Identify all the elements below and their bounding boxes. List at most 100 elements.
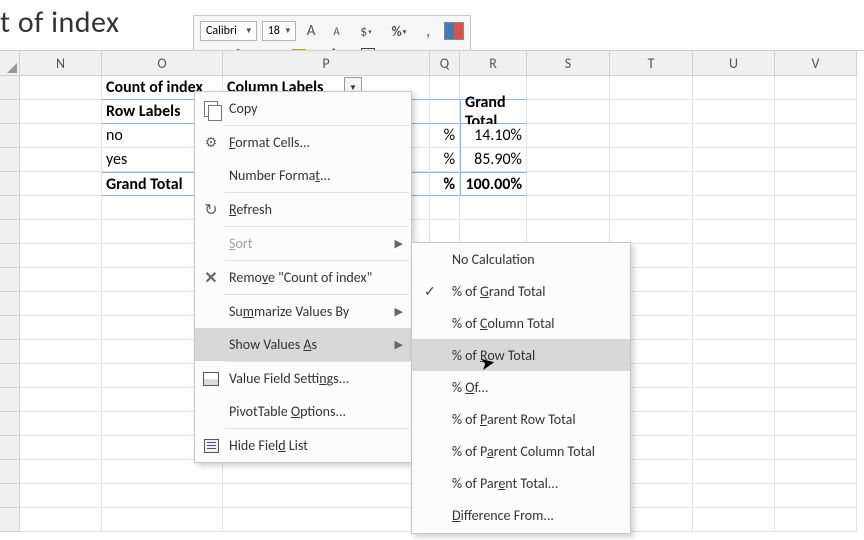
accounting-format-button[interactable]: $▾: [352, 21, 380, 41]
window-title-fragment: t of index: [0, 4, 119, 41]
row-header[interactable]: [0, 100, 20, 124]
pivot-grand-total-cell[interactable]: 14.10%: [460, 124, 527, 148]
conditional-format-button[interactable]: [443, 21, 464, 41]
font-size-value: 18: [268, 24, 280, 38]
submenu-pct-column-total[interactable]: % of Column Total: [412, 307, 630, 339]
row-header[interactable]: [0, 76, 20, 100]
submenu-difference-from[interactable]: Difference From...: [412, 499, 630, 531]
menu-label: Summarize Values By: [229, 303, 349, 320]
menu-number-format[interactable]: Number Format...: [195, 159, 411, 192]
cell[interactable]: [693, 76, 775, 100]
menu-summarize-values-by[interactable]: Summarize Values By ▶: [195, 295, 411, 328]
font-name-value: Calibri: [206, 24, 237, 38]
col-header-u[interactable]: U: [693, 51, 775, 76]
cell[interactable]: [610, 100, 693, 124]
cell[interactable]: [610, 124, 693, 148]
grand-total-col-header[interactable]: Grand Total: [460, 100, 527, 124]
percent-format-button[interactable]: %▾: [385, 21, 413, 41]
cell[interactable]: [775, 148, 857, 172]
row-header[interactable]: [0, 172, 20, 196]
submenu-pct-grand-total[interactable]: ✓ % of Grand Total: [412, 275, 630, 307]
cell[interactable]: [430, 76, 460, 100]
cell[interactable]: [775, 172, 857, 196]
cell[interactable]: [610, 148, 693, 172]
font-name-combo[interactable]: Calibri ▼: [200, 21, 257, 41]
cell[interactable]: [527, 148, 610, 172]
col-header-v[interactable]: V: [775, 51, 857, 76]
row-header[interactable]: [0, 148, 20, 172]
field-list-icon: [201, 439, 221, 453]
cell[interactable]: [527, 76, 610, 100]
col-header-q[interactable]: Q: [430, 51, 460, 76]
cell[interactable]: [693, 148, 775, 172]
col-header-o[interactable]: O: [102, 51, 223, 76]
menu-label: Copy: [229, 100, 257, 117]
decrease-font-button[interactable]: A: [326, 21, 347, 41]
cell[interactable]: [20, 100, 102, 124]
menu-label: Hide Field List: [229, 437, 308, 454]
cell[interactable]: [610, 172, 693, 196]
submenu-pct-parent-row[interactable]: % of Parent Row Total: [412, 403, 630, 435]
menu-format-cells[interactable]: ⚙ Format Cells...: [195, 126, 411, 159]
submenu-pct-of[interactable]: % Of...: [412, 371, 630, 403]
cell[interactable]: [20, 172, 102, 196]
cell[interactable]: [775, 124, 857, 148]
cell[interactable]: [693, 172, 775, 196]
menu-label: Format Cells...: [229, 134, 310, 151]
row-header[interactable]: [0, 124, 20, 148]
cell[interactable]: [775, 100, 857, 124]
show-values-as-submenu: No Calculation ✓ % of Grand Total % of C…: [411, 242, 631, 534]
submenu-no-calculation[interactable]: No Calculation: [412, 243, 630, 275]
col-header-p[interactable]: P: [223, 51, 430, 76]
conditional-format-icon: [444, 22, 464, 40]
submenu-label: % of Parent Total...: [452, 475, 558, 492]
cell[interactable]: [430, 100, 460, 124]
submenu-label: % of Parent Row Total: [452, 411, 576, 428]
cell[interactable]: [527, 172, 610, 196]
menu-sort[interactable]: Sort ▶: [195, 227, 411, 260]
pivot-value-cell[interactable]: %: [430, 124, 460, 148]
pivot-value-cell[interactable]: %: [430, 148, 460, 172]
menu-show-values-as[interactable]: Show Values As ▶: [195, 328, 411, 361]
col-header-s[interactable]: S: [527, 51, 610, 76]
col-header-t[interactable]: T: [610, 51, 693, 76]
cell[interactable]: [775, 76, 857, 100]
submenu-label: Difference From...: [452, 507, 554, 524]
font-size-combo[interactable]: 18 ▼: [262, 21, 296, 41]
submenu-pct-parent-total[interactable]: % of Parent Total...: [412, 467, 630, 499]
remove-icon: ✕: [201, 268, 221, 288]
submenu-pct-row-total[interactable]: % of Row Total: [412, 339, 630, 371]
menu-label: Number Format...: [229, 167, 331, 184]
menu-label: Show Values As: [229, 336, 317, 353]
pivot-grand-total-cell[interactable]: 85.90%: [460, 148, 527, 172]
menu-label: PivotTable Options...: [229, 403, 346, 420]
select-all-corner[interactable]: [0, 51, 20, 76]
cell[interactable]: [610, 76, 693, 100]
submenu-label: % Of...: [452, 379, 488, 396]
chevron-down-icon: ▼: [245, 26, 253, 36]
menu-value-field-settings[interactable]: Value Field Settings...: [195, 362, 411, 395]
pivot-grand-total-cell[interactable]: 100.00%: [460, 172, 527, 196]
cell[interactable]: [693, 124, 775, 148]
comma-format-button[interactable]: ,: [418, 21, 439, 41]
cell[interactable]: [527, 124, 610, 148]
menu-hide-field-list[interactable]: Hide Field List: [195, 429, 411, 462]
cell[interactable]: [20, 148, 102, 172]
cell[interactable]: [20, 76, 102, 100]
menu-label: Value Field Settings...: [229, 370, 349, 387]
menu-remove-field[interactable]: ✕ Remove "Count of index": [195, 261, 411, 294]
cell[interactable]: [20, 124, 102, 148]
menu-refresh[interactable]: ↻ Refresh: [195, 193, 411, 226]
submenu-pct-parent-col[interactable]: % of Parent Column Total: [412, 435, 630, 467]
cell[interactable]: [527, 100, 610, 124]
menu-label: Refresh: [229, 201, 272, 218]
cell[interactable]: [693, 100, 775, 124]
chevron-right-icon: ▶: [395, 237, 403, 250]
increase-font-button[interactable]: A: [301, 21, 322, 41]
submenu-label: % of Grand Total: [452, 283, 545, 300]
menu-pivottable-options[interactable]: PivotTable Options...: [195, 395, 411, 428]
col-header-n[interactable]: N: [20, 51, 102, 76]
col-header-r[interactable]: R: [460, 51, 527, 76]
pivot-value-cell[interactable]: %: [430, 172, 460, 196]
menu-copy[interactable]: Copy: [195, 92, 411, 125]
